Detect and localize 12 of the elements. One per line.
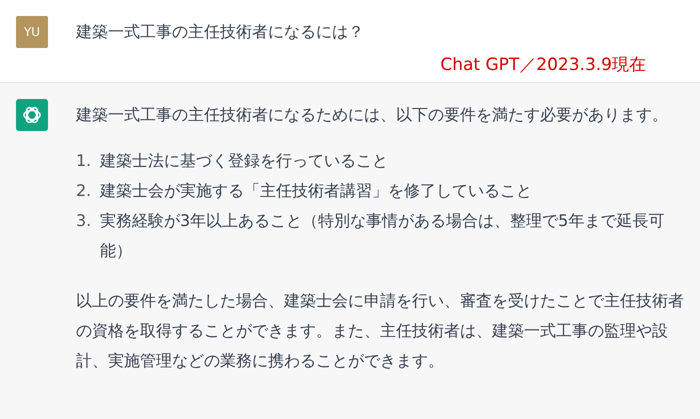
list-item-text: 建築士法に基づく登録を行っていること — [100, 150, 389, 172]
answer-intro: 建築一式工事の主任技術者になるためには、以下の要件を満たす必要があります。 — [76, 104, 669, 126]
annotation-text: Chat GPT／2023.3.9現在 — [440, 54, 646, 76]
list-number: 2. — [76, 180, 92, 202]
answer-paragraph: 以上の要件を満たした場合、建築士会に申請を行い、審査を受けたことで主任技術者の資格を取得することができます。また、主任技術者は、建築一式工事の監理や設計、実施管理などの業務に携わることができます。 — [76, 290, 684, 372]
assistant-logo-icon — [16, 99, 48, 131]
list-item-text: 実務経験が3年以上あること（特別な事情がある場合は、整理で5年まで延長可能） — [100, 210, 666, 262]
user-avatar: YU — [16, 16, 48, 48]
list-item-text: 建築士会が実施する「主任技術者講習」を修了していること — [100, 180, 533, 202]
question-text: 建築一式工事の主任技術者になるには？ — [76, 21, 364, 43]
list-number: 3. — [76, 210, 92, 232]
list-number: 1. — [76, 150, 92, 172]
